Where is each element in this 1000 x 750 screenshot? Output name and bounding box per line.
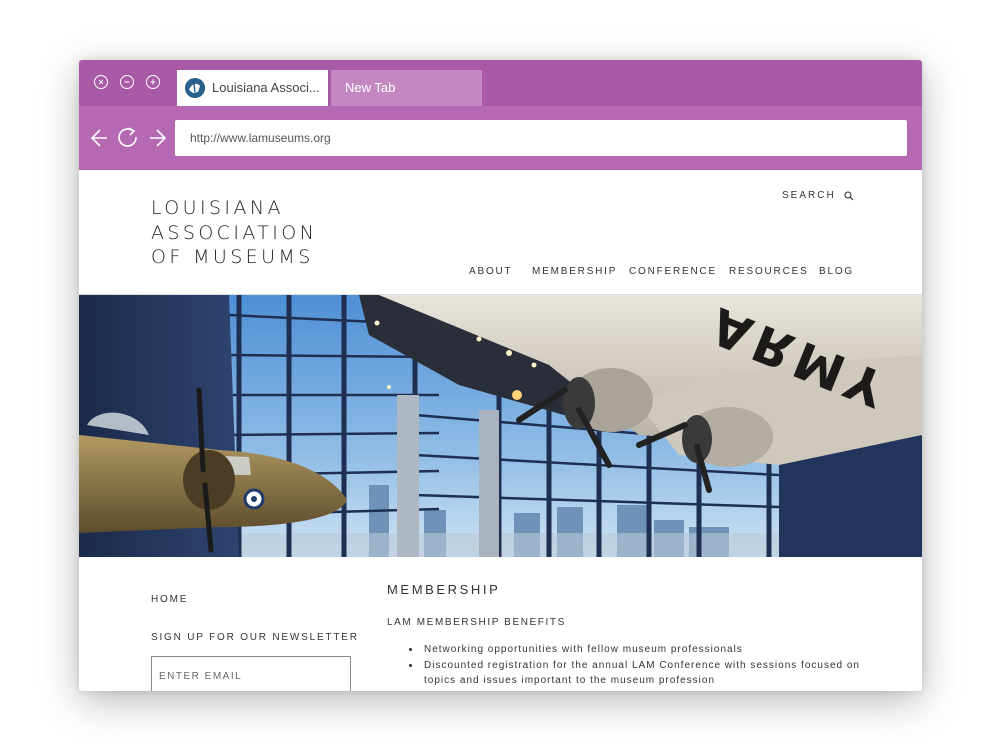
minimize-icon[interactable] xyxy=(120,75,134,89)
search-label: SEARCH xyxy=(782,190,836,201)
list-item: Discounted registration for the annual L… xyxy=(409,658,884,689)
museum-favicon-icon xyxy=(185,78,205,98)
nav-membership[interactable]: MEMBERSHIP xyxy=(532,266,617,277)
tab-new-tab[interactable]: New Tab xyxy=(331,70,482,106)
nav-conference[interactable]: CONFERENCE xyxy=(629,266,717,277)
sidebar-home-link[interactable]: HOME xyxy=(151,594,188,605)
close-icon[interactable] xyxy=(94,75,108,89)
tab-lamuseums[interactable]: Louisiana Associ... xyxy=(177,70,328,106)
browser-toolbar: http://www.lamuseums.org xyxy=(79,106,922,170)
page-title: MEMBERSHIP xyxy=(387,582,501,597)
address-bar[interactable]: http://www.lamuseums.org xyxy=(175,120,907,156)
logo-line: ASSOCIATION xyxy=(151,221,318,244)
tab-title: Louisiana Associ... xyxy=(212,80,320,95)
nav-about[interactable]: ABOUT xyxy=(469,266,512,277)
nav-resources[interactable]: RESOURCES xyxy=(729,266,809,277)
maximize-icon[interactable] xyxy=(146,75,160,89)
forward-arrow-icon[interactable] xyxy=(146,126,170,150)
logo-line: OF MUSEUMS xyxy=(151,246,314,268)
browser-titlebar: Louisiana Associ... New Tab xyxy=(79,60,922,106)
benefits-list: Networking opportunities with fellow mus… xyxy=(387,642,884,689)
hero-image: ARMY xyxy=(79,294,922,557)
section-subtitle: LAM MEMBERSHIP BENEFITS xyxy=(387,617,566,628)
tab-title: New Tab xyxy=(345,80,396,95)
search-icon xyxy=(844,190,854,200)
back-arrow-icon[interactable] xyxy=(87,126,111,150)
site-logo[interactable]: LOUISIANA ASSOCIATION OF MUSEUMS xyxy=(151,196,317,270)
list-item: Networking opportunities with fellow mus… xyxy=(409,642,884,658)
newsletter-label: SIGN UP FOR OUR NEWSLETTER xyxy=(151,632,359,643)
browser-window: Louisiana Associ... New Tab http://www.l… xyxy=(79,60,922,691)
web-page: LOUISIANA ASSOCIATION OF MUSEUMS SEARCH … xyxy=(79,170,922,691)
logo-line: LOUISIANA xyxy=(151,197,284,219)
nav-blog[interactable]: BLOG xyxy=(819,266,854,277)
reload-icon[interactable] xyxy=(116,126,140,150)
email-field[interactable] xyxy=(151,656,351,691)
search-link[interactable]: SEARCH xyxy=(782,190,854,201)
